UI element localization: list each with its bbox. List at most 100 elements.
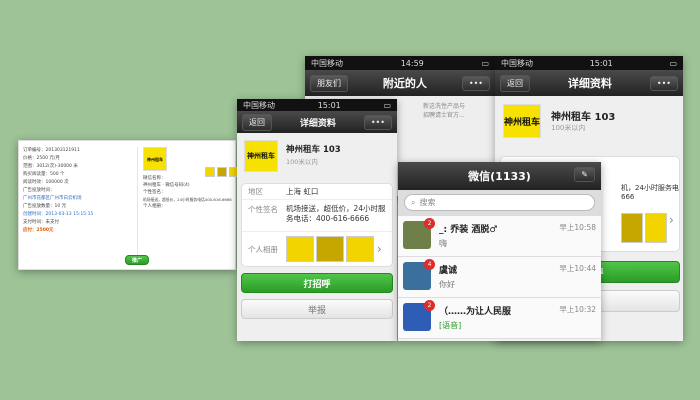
more-button[interactable]: ••• [649, 75, 678, 91]
chat-message: 你好 [439, 280, 455, 289]
order-row: 订单编号：201303121911 [23, 148, 80, 153]
back-button[interactable]: 朋友们 [310, 74, 348, 92]
album-thumbs: › [621, 213, 674, 243]
region-label: 地区 [248, 187, 263, 196]
signature-label: 个性签名 [248, 205, 278, 214]
order-info: 神州租车 · 微信号码(4) [143, 183, 190, 188]
order-row: 广告投放数量：10 元 [23, 204, 67, 209]
album-thumb [621, 213, 643, 243]
album-thumb [217, 167, 227, 177]
time-label: 15:01 [589, 58, 613, 68]
album-thumb [316, 236, 344, 262]
list-item[interactable]: 2 _: 乔装 酒脱♂ 嗨 早上10:58 [398, 216, 601, 257]
battery-icon: ▭ [669, 58, 677, 68]
order-row: 阅读时效：100000 次 [23, 180, 69, 185]
chat-list: 2 _: 乔装 酒脱♂ 嗨 早上10:58 4 虞诚 你好 早上10:44 2 … [398, 216, 601, 339]
status-bar: 中国移动 15:01 ▭ [237, 99, 397, 111]
profile-distance: 100米以内 [551, 124, 586, 132]
list-item[interactable]: 2 （……为让人民服 [语音] 早上10:32 [398, 298, 601, 339]
order-row: 创建时间：2013-03-13 15:15:15 [23, 212, 94, 217]
carrier-label: 中国移动 [311, 58, 343, 68]
report-button[interactable]: 举报 [241, 299, 393, 319]
list-item[interactable]: 4 虞诚 你好 早上10:44 [398, 257, 601, 298]
nav-bar: 微信(1133) ✎ [398, 162, 601, 190]
order-row: 范围：3012(次)-30000 米 [23, 164, 78, 169]
chat-name: （……为让人民服 [439, 307, 512, 317]
battery-icon: ▭ [383, 100, 391, 110]
signature-row: 个性签名 机场接送，超低价，24小时服务电话：400-616-6666 [242, 200, 392, 232]
phone-chat-list: 微信(1133) ✎ ⌕ 搜索 2 _: 乔装 酒脱♂ 嗨 早上10:58 4 … [398, 162, 601, 341]
order-row: 购买阅读量：500 个 [23, 172, 65, 177]
more-button[interactable]: ••• [461, 75, 490, 91]
unread-badge: 2 [424, 300, 435, 311]
back-button[interactable]: 返回 [500, 74, 530, 92]
compose-icon[interactable]: ✎ [574, 167, 595, 182]
order-profile-column: 神州租车 微信名称： 神州租车 · 微信号码(4) 个性签名： 机场接送，超低价… [143, 147, 233, 210]
search-input[interactable]: ⌕ 搜索 [404, 194, 595, 211]
status-bar: 中国移动 15:01 ▭ [495, 56, 683, 70]
chat-list-title: 微信(1133) [468, 170, 531, 183]
album-row[interactable]: 个人相册 › [242, 232, 392, 266]
order-logo: 神州租车 [143, 147, 167, 171]
carrier-label: 中国移动 [243, 100, 275, 110]
order-info: 个人相册： [143, 204, 166, 209]
region-value: 上海 虹口 [286, 187, 319, 196]
nav-bar: 返回 详细资料 ••• [495, 70, 683, 96]
chat-time: 早上10:32 [559, 305, 596, 314]
profile-name: 神州租车 103 [286, 145, 341, 155]
more-button[interactable]: ••• [363, 114, 392, 130]
chat-time: 早上10:58 [559, 223, 596, 232]
order-row: 广告投放时间： [23, 188, 55, 193]
nav-title: 附近的人 [382, 77, 427, 90]
profile-distance: 100米以内 [286, 158, 318, 166]
unread-badge: 2 [424, 218, 435, 229]
album-thumb [205, 167, 215, 177]
order-row: 支付时间：未支付 [23, 220, 59, 225]
carrier-label: 中国移动 [501, 58, 533, 68]
battery-icon: ▭ [481, 58, 489, 68]
order-info: 个性签名： [143, 190, 166, 195]
time-label: 14:59 [400, 58, 424, 68]
row-text: 新这洗性产品与 [423, 103, 466, 110]
album-thumb [645, 213, 667, 243]
nav-title: 详细资料 [567, 77, 612, 90]
info-card: 地区 上海 虹口 个性签名 机场接送，超低价，24小时服务电话：400-616-… [241, 183, 393, 267]
promote-button[interactable]: 推广 [125, 255, 149, 265]
chat-name: 虞诚 [439, 266, 458, 276]
region-row: 地区 上海 虹口 [242, 184, 392, 200]
row-text: 招聘请士官方... [423, 112, 465, 119]
order-divider [137, 147, 138, 257]
unread-badge: 4 [424, 259, 435, 270]
chat-message: [语音] [439, 321, 462, 330]
profile-logo: 神州租车 [244, 140, 278, 172]
search-bar: ⌕ 搜索 [398, 190, 601, 216]
album-label: 个人相册 [248, 244, 278, 254]
signature-text: 666 [621, 193, 635, 201]
chat-message: 嗨 [439, 239, 447, 248]
back-button[interactable]: 返回 [242, 113, 272, 131]
order-page: 订单编号：201303121911 价格：2500 元/月 范围：3012(次)… [18, 140, 239, 270]
signature-value: 机场接送，超低价，24小时服务电话：400-616-6666 [286, 204, 386, 223]
nav-bar: 朋友们 附近的人 ••• [305, 70, 495, 96]
chat-time: 早上10:44 [559, 264, 596, 273]
album-thumb [346, 236, 374, 262]
order-details-column: 订单编号：201303121911 价格：2500 元/月 范围：3012(次)… [23, 147, 133, 235]
album-thumb [286, 236, 314, 262]
order-row: 价格：2500 元/月 [23, 156, 60, 161]
nav-bar: 返回 详细资料 ••• [237, 111, 397, 133]
search-placeholder: 搜索 [419, 198, 436, 207]
chevron-right-icon: › [669, 213, 674, 227]
order-price: 应付：2500元 [23, 228, 54, 233]
search-icon: ⌕ [411, 197, 416, 207]
time-label: 15:01 [317, 100, 341, 110]
order-thumbs [205, 167, 239, 177]
chevron-right-icon: › [377, 242, 382, 256]
chat-name: _: 乔装 酒脱♂ [439, 225, 498, 235]
order-info: 机场接送，超低价，24小时服务电话400-616-6666 [143, 197, 232, 202]
nav-title: 详细资料 [299, 118, 336, 129]
signature-text: 机，24小时服务电 [621, 184, 679, 192]
phone-detail-front: 中国移动 15:01 ▭ 返回 详细资料 ••• 神州租车 神州租车 103 1… [237, 99, 397, 341]
profile-name: 神州租车 103 [551, 112, 616, 123]
greet-button[interactable]: 打招呼 [241, 273, 393, 293]
nearby-row[interactable]: 新这洗性产品与 招聘请士官方... [423, 102, 493, 120]
